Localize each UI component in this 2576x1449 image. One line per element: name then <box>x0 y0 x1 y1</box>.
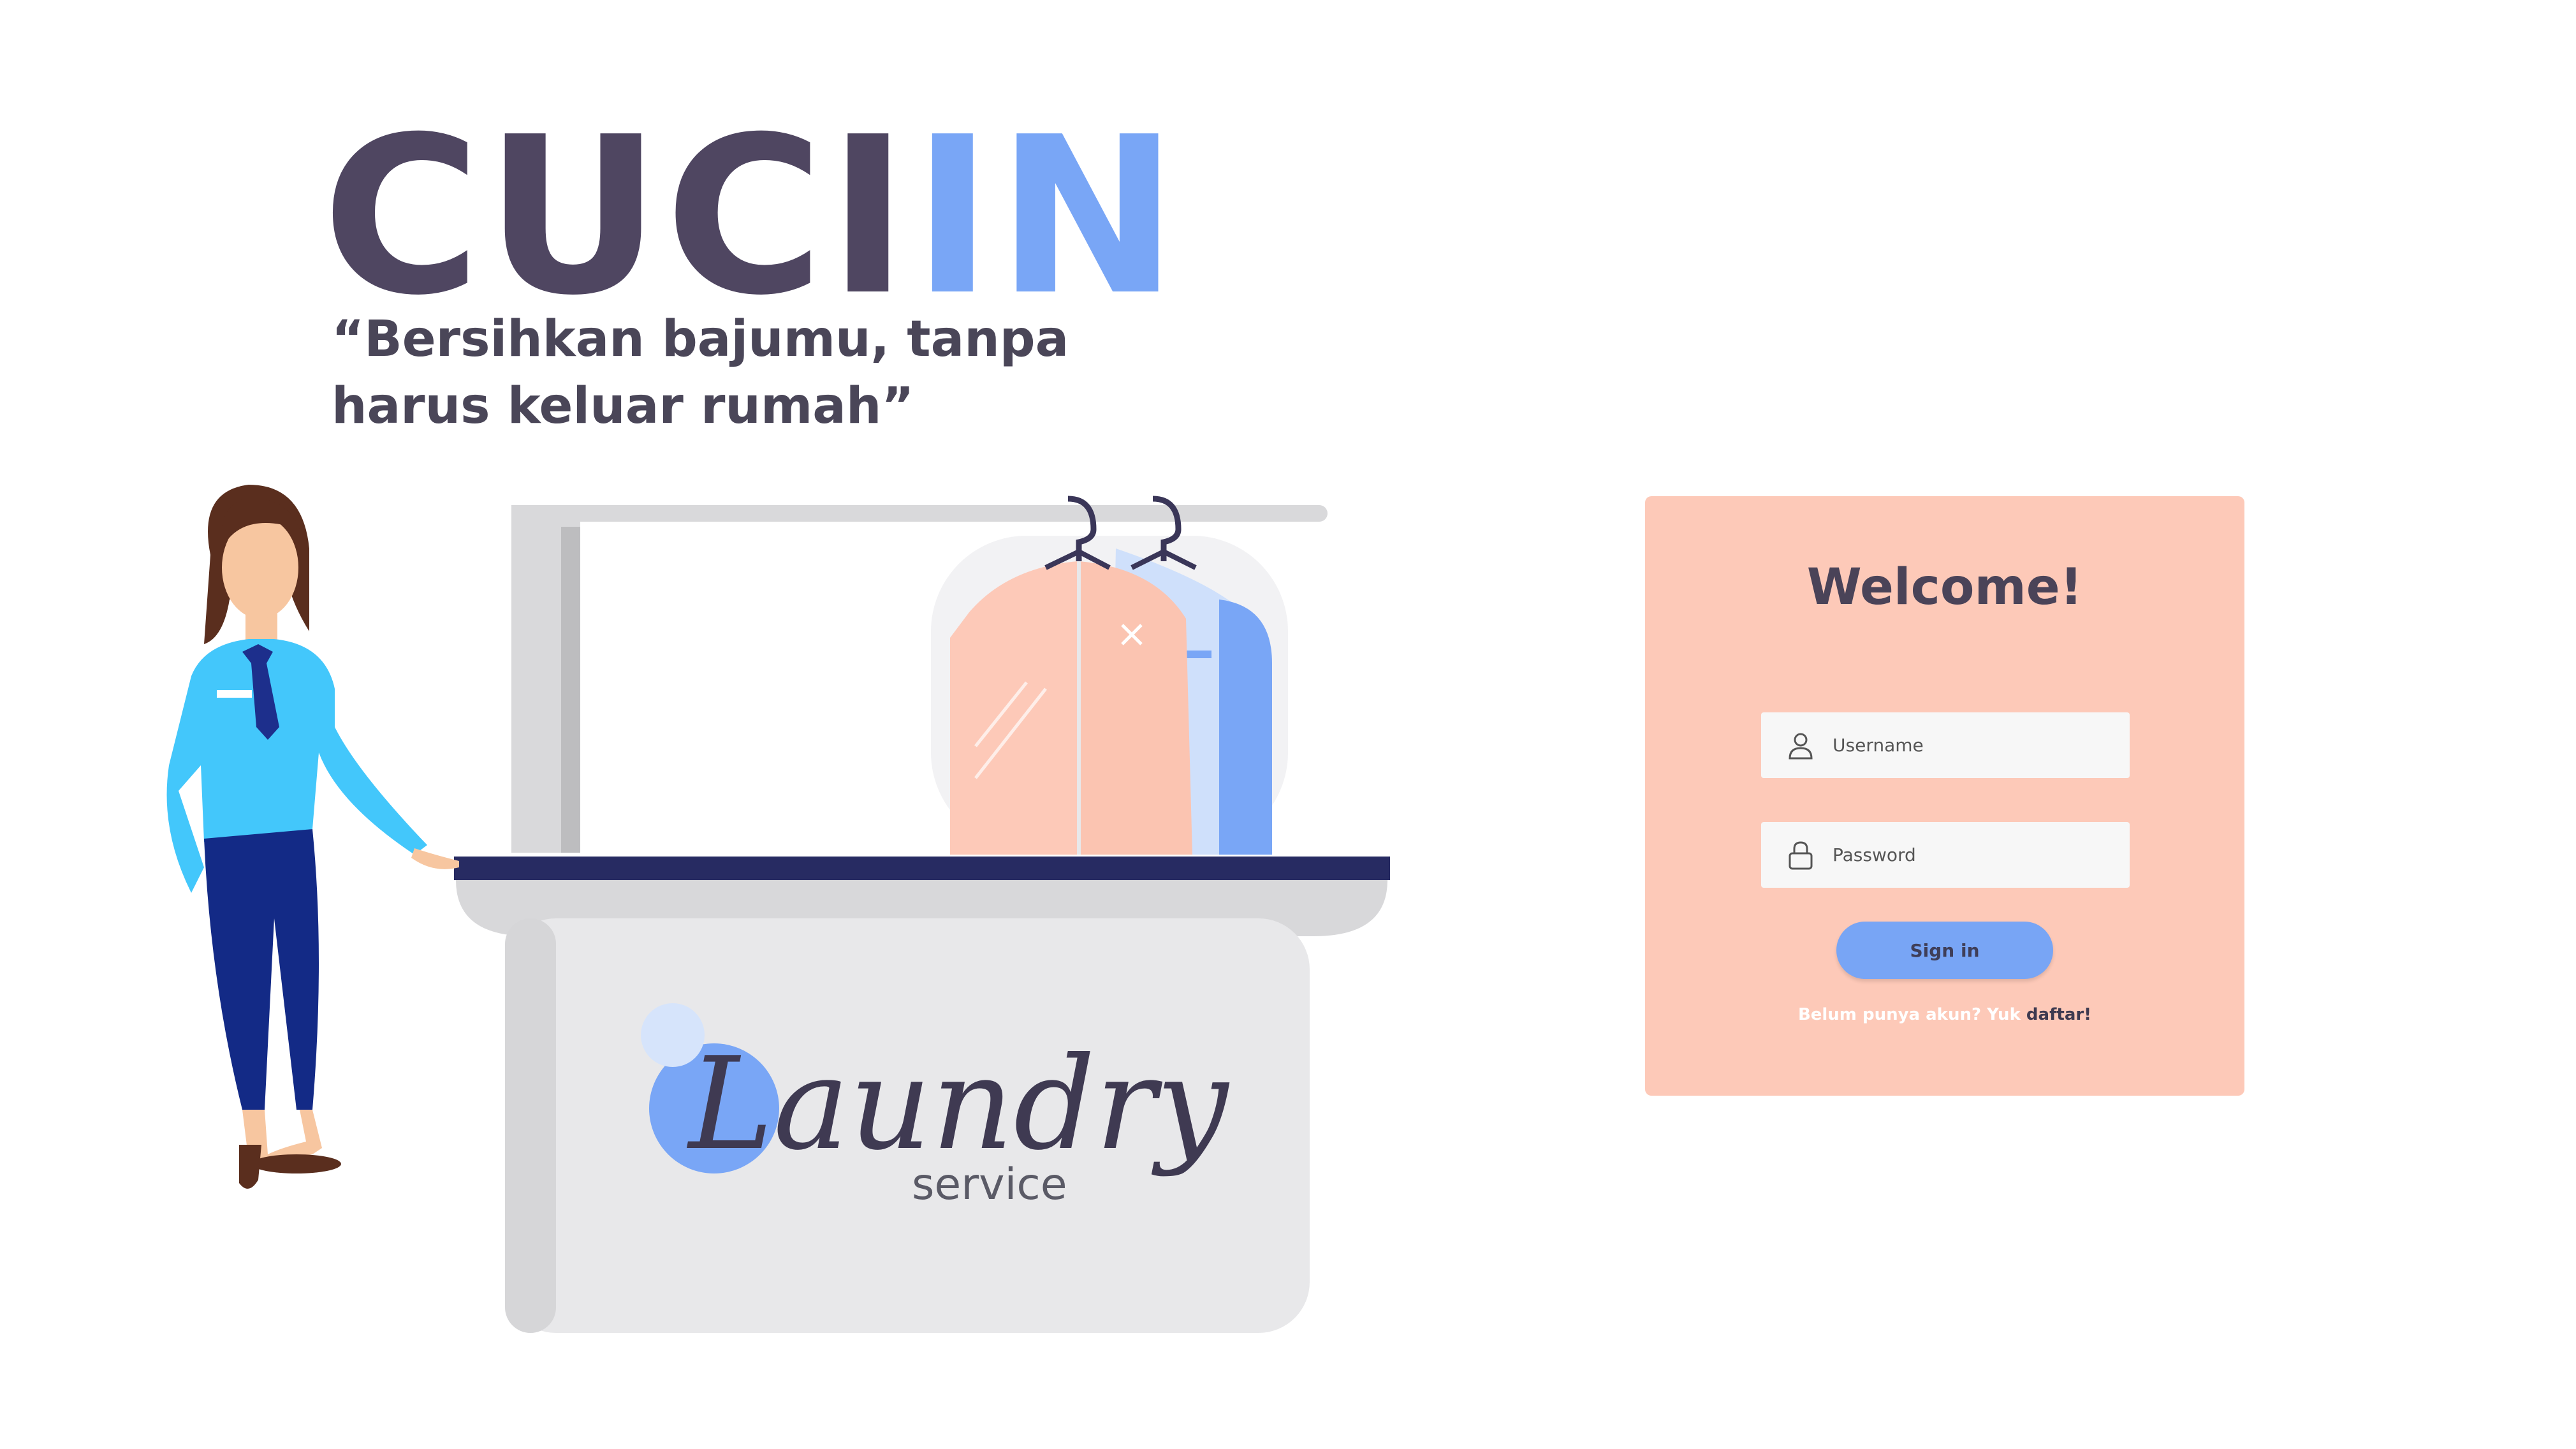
password-field <box>1761 822 2130 888</box>
password-input[interactable] <box>1831 828 2130 881</box>
username-field <box>1761 712 2130 778</box>
login-card: Welcome! Sign in Belum punya akun? Yuk d… <box>1645 496 2244 1096</box>
garment-bags <box>931 496 1288 855</box>
brand-name-part2: IN <box>912 91 1182 343</box>
welcome-title: Welcome! <box>1806 559 2083 616</box>
sign-in-button[interactable]: Sign in <box>1836 922 2053 979</box>
signup-link[interactable]: daftar! <box>2026 1005 2091 1024</box>
tagline: “Bersihkan bajumu, tanpa harus keluar ru… <box>332 306 1097 441</box>
user-icon <box>1783 728 1819 763</box>
laundry-logo-subtext: service <box>912 1159 1067 1210</box>
lock-icon <box>1783 837 1819 873</box>
laundry-illustration: Laundry service <box>166 485 1390 1333</box>
laundry-staff-person <box>166 485 459 1189</box>
signup-prompt: Belum punya akun? Yuk daftar! <box>1645 1005 2244 1024</box>
tagline-line1: “Bersihkan bajumu, tanpa <box>332 311 1069 368</box>
laundry-logo-text: Laundry <box>686 1030 1230 1179</box>
brand-logo: CUCIIN <box>322 108 1182 325</box>
signup-prompt-text: Belum punya akun? Yuk <box>1797 1005 2026 1024</box>
username-input[interactable] <box>1831 719 2130 772</box>
brand-name-part1: CUCI <box>322 91 912 343</box>
tagline-line2: harus keluar rumah” <box>332 378 914 436</box>
